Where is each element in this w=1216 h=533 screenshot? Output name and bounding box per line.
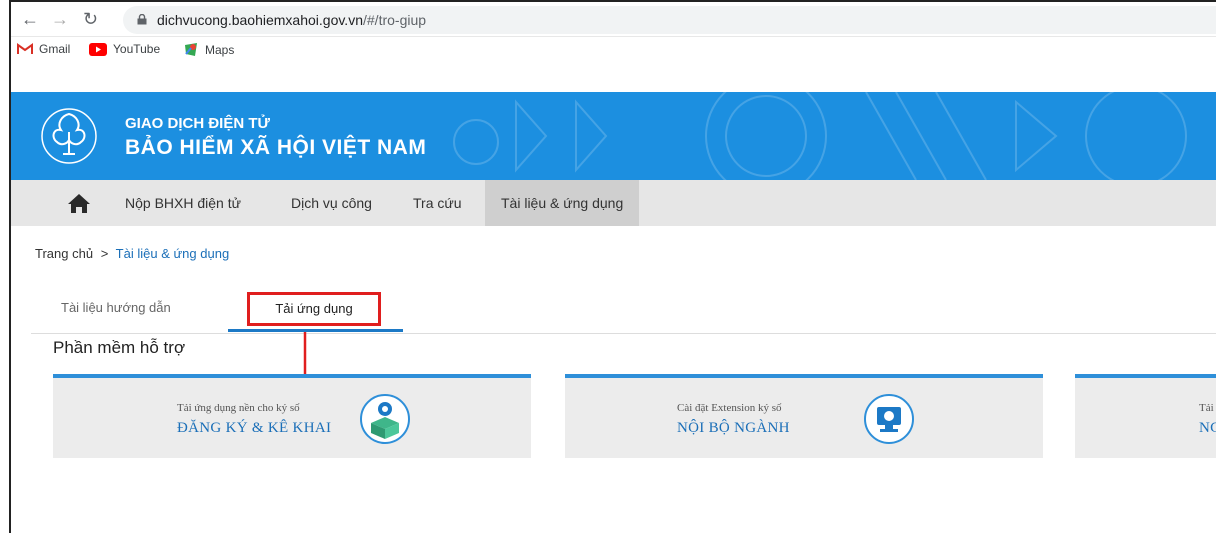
card-dang-ky-ke-khai[interactable]: Tải ứng dụng nền cho ký số ĐĂNG KÝ & KÊ … [53,374,531,458]
back-icon[interactable]: ← [21,9,39,29]
bookmark-gmail[interactable]: Gmail [17,42,70,56]
brand-title: BẢO HIỂM XÃ HỘI VIỆT NAM [125,136,427,159]
lock-icon [137,14,147,25]
forward-icon[interactable]: → [51,9,69,29]
breadcrumb-current[interactable]: Tài liệu & ứng dụng [116,246,230,261]
bookmarks-bar: Gmail YouTube Maps [11,38,1216,64]
brand-subtitle: GIAO DỊCH ĐIỆN TỬ [125,115,270,132]
download-box-icon [360,394,410,444]
card-title: NC [1199,420,1216,436]
bhxh-logo-icon [41,108,97,164]
tab-tai-lieu-huong-dan[interactable]: Tài liệu hướng dẫn [61,300,171,315]
home-icon[interactable] [67,192,91,214]
card-caption: Cài đặt Extension ký số [677,402,782,414]
url-text: dichvucong.baohiemxahoi.gov.vn/#/tro-giu… [157,12,426,28]
bookmark-label: YouTube [113,42,161,56]
main-nav: Nộp BHXH điện tử Dịch vụ công Tra cứu Tà… [11,180,1216,226]
header-pattern [453,92,1187,180]
bookmark-label: Gmail [39,42,71,56]
breadcrumb: Trang chủ > Tài liệu & ứng dụng [35,246,229,261]
breadcrumb-home[interactable]: Trang chủ [35,246,93,261]
card-noi-bo-nganh[interactable]: Cài đặt Extension ký số NỘI BỘ NGÀNH [565,374,1043,458]
tab-bar: Tài liệu hướng dẫn Tải ứng dụng [31,288,1216,334]
card-title: ĐĂNG KÝ & KÊ KHAI [177,420,332,436]
browser-window: ← → ↻ dichvucong.baohiemxahoi.gov.vn/#/t… [9,0,1216,533]
url-domain: dichvucong.baohiemxahoi.gov.vn [157,12,363,28]
bookmark-youtube[interactable]: YouTube [89,42,160,56]
nav-item-tai-lieu-ung-dung[interactable]: Tài liệu & ứng dụng [485,180,640,226]
address-bar[interactable]: dichvucong.baohiemxahoi.gov.vn/#/tro-giu… [123,6,1216,34]
bookmark-maps[interactable]: Maps [183,42,234,58]
breadcrumb-separator: > [100,246,109,261]
maps-icon [185,43,197,56]
active-tab-underline [228,329,403,332]
site-header: GIAO DỊCH ĐIỆN TỬ BẢO HIỂM XÃ HỘI VIỆT N… [11,92,1216,180]
nav-item-dich-vu-cong[interactable]: Dịch vụ công [291,180,372,226]
reload-icon[interactable]: ↻ [83,9,98,29]
nav-item-nop-bhxh[interactable]: Nộp BHXH điện tử [125,180,241,226]
nav-item-tra-cuu[interactable]: Tra cứu [413,180,462,226]
bookmark-label: Maps [205,43,235,57]
youtube-icon [89,42,107,56]
card-third[interactable]: Tải NC [1075,374,1216,458]
gmail-icon [17,43,33,54]
browser-toolbar: ← → ↻ dichvucong.baohiemxahoi.gov.vn/#/t… [11,2,1216,37]
card-caption: Tải ứng dụng nền cho ký số [177,402,300,414]
tab-tai-ung-dung[interactable]: Tải ứng dụng [247,292,381,326]
card-caption: Tải [1199,402,1214,414]
url-path: /#/tro-giup [363,12,427,28]
section-title: Phần mềm hỗ trợ [53,338,186,357]
computer-icon [864,394,914,444]
card-title: NỘI BỘ NGÀNH [677,420,790,436]
